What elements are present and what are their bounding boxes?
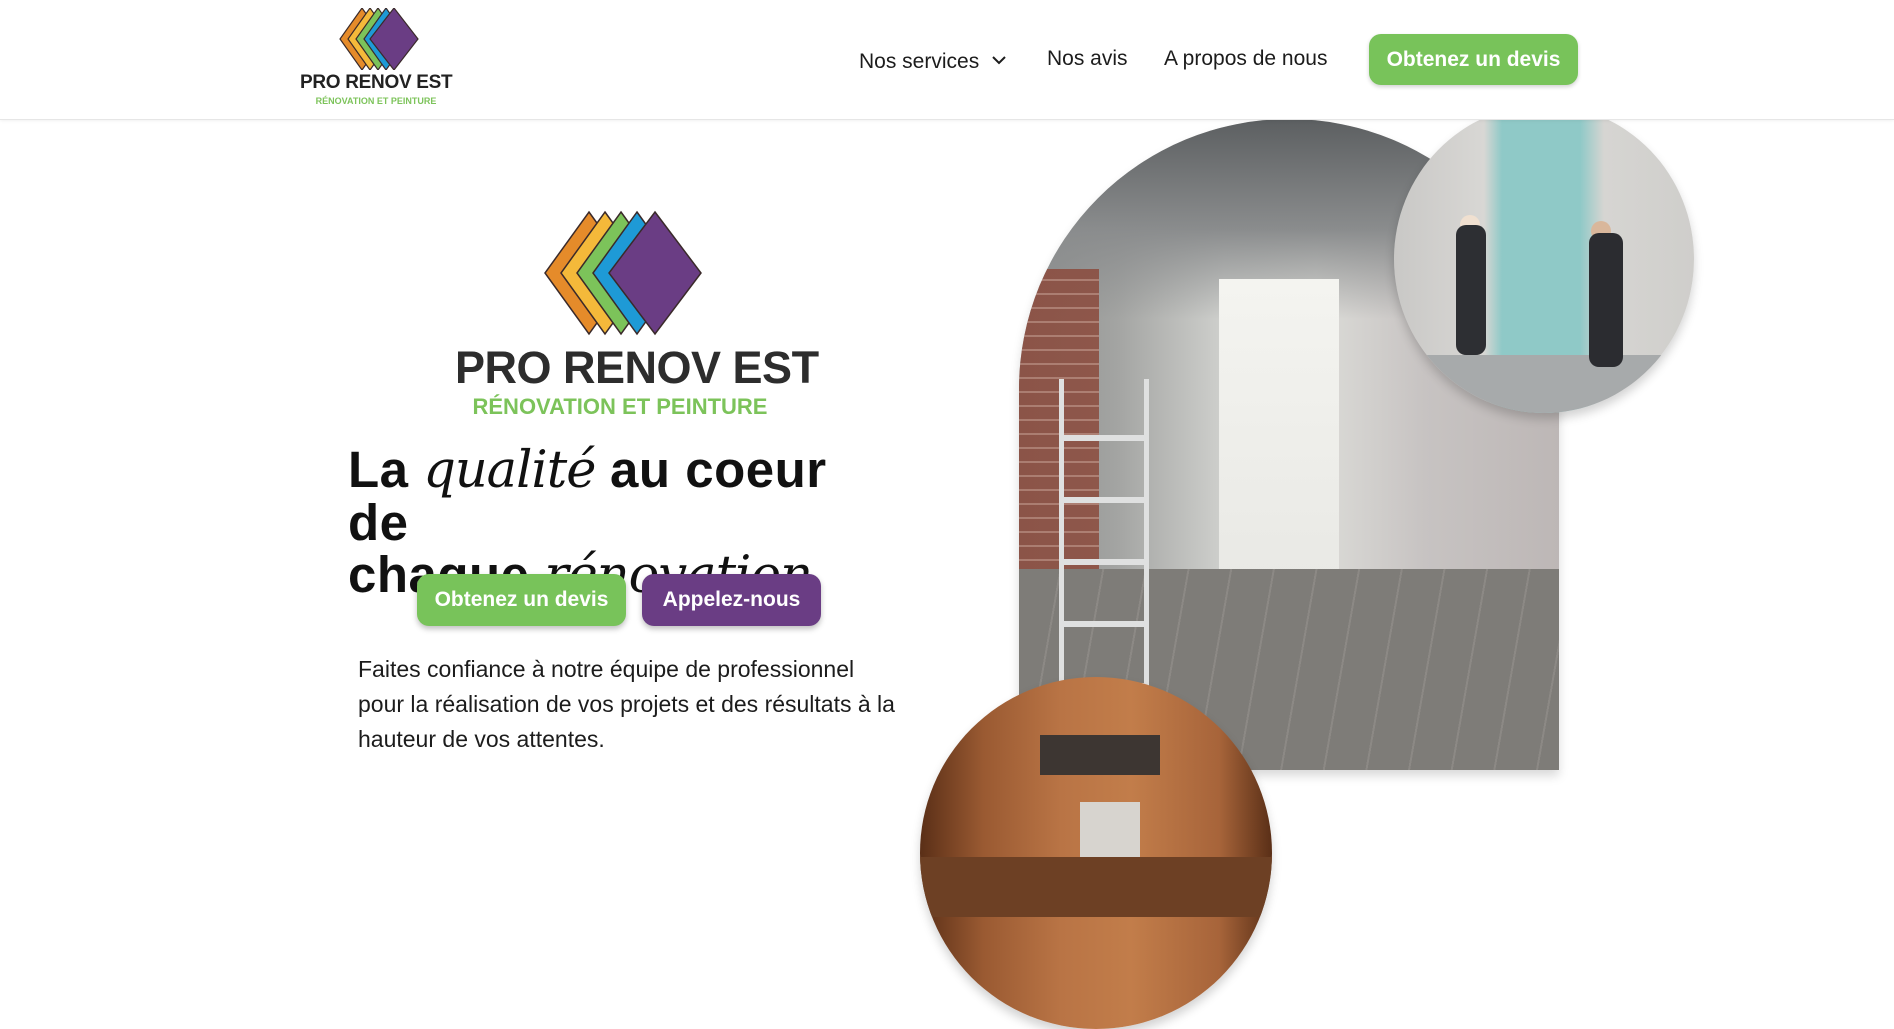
header-quote-button[interactable]: Obtenez un devis — [1369, 34, 1578, 85]
site-header: PRO RENOV EST RÉNOVATION ET PEINTURE Nos… — [0, 0, 1894, 120]
hero-quote-button[interactable]: Obtenez un devis — [417, 574, 626, 626]
kitchen-photo — [920, 677, 1272, 1029]
workers-drywall-photo — [1394, 105, 1694, 413]
photo-counter — [920, 857, 1272, 917]
headline-emphasis: qualité — [423, 441, 596, 500]
logo-diamonds-icon — [339, 8, 419, 70]
header-logo[interactable]: PRO RENOV EST RÉNOVATION ET PEINTURE — [300, 8, 453, 110]
nav-a-propos[interactable]: A propos de nous — [1164, 47, 1327, 71]
hero-brand-name: PRO RENOV EST — [455, 342, 819, 393]
photo-worker — [1456, 225, 1486, 355]
photo-floor — [1394, 355, 1694, 413]
header-brand-name: PRO RENOV EST — [300, 72, 453, 93]
logo-diamonds-icon — [544, 210, 702, 336]
header-brand-tagline: RÉNOVATION ET PEINTURE — [315, 96, 437, 106]
nav-services[interactable]: Nos services — [859, 47, 1007, 74]
hero-brand-tagline: RÉNOVATION ET PEINTURE — [472, 394, 768, 419]
nav-services-label: Nos services — [859, 50, 980, 73]
headline-part: La — [348, 441, 424, 498]
photo-range-hood — [1040, 735, 1160, 775]
nav-avis[interactable]: Nos avis — [1047, 47, 1128, 71]
photo-worker — [1589, 233, 1623, 367]
hero-logo: PRO RENOV EST RÉNOVATION ET PEINTURE — [455, 206, 819, 424]
hero-description: Faites confiance à notre équipe de profe… — [358, 656, 895, 752]
photo-ladder — [1059, 379, 1149, 699]
chevron-down-icon — [991, 47, 1007, 71]
hero-call-button[interactable]: Appelez-nous — [642, 574, 821, 626]
